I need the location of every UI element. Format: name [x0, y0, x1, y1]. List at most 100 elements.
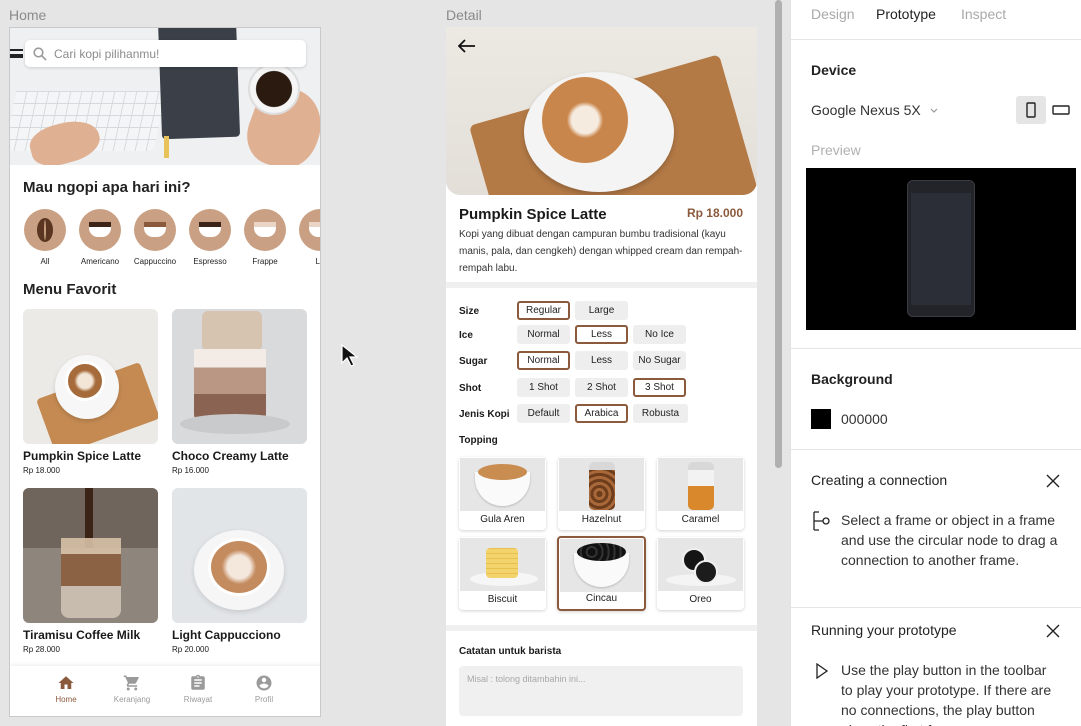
bottom-nav: Home Keranjang Riwayat Profil [10, 666, 320, 716]
canvas-scrollbar[interactable] [775, 0, 782, 468]
topping-name: Caramel [681, 514, 720, 525]
category-label: Americano [80, 257, 120, 266]
menu-item-price: Rp 16.000 [172, 466, 209, 475]
chip-large[interactable]: Large [575, 301, 628, 320]
chip-less[interactable]: Less [575, 351, 628, 370]
category-all[interactable]: All [23, 209, 67, 266]
topping-biscuit[interactable]: Biscuit [459, 537, 546, 610]
topping-gula-aren[interactable]: Gula Aren [459, 457, 546, 530]
menu-item-price: Rp 18.000 [23, 466, 60, 475]
nav-label: Home [55, 695, 77, 704]
account-icon [256, 675, 272, 691]
product-name: Pumpkin Spice Latte [459, 206, 607, 223]
tab-design[interactable]: Design [811, 6, 855, 22]
frame-label-home[interactable]: Home [9, 7, 46, 23]
divider [791, 348, 1081, 349]
category-americano[interactable]: Americano [78, 209, 122, 266]
detail-hero-image [446, 27, 757, 195]
connection-icon [813, 511, 830, 531]
menu-card-light-cappuccino[interactable]: Light Cappucciono Rp 20.000 [172, 488, 307, 654]
coffee-cup-icon [189, 209, 231, 251]
device-select[interactable]: Google Nexus 5X [811, 102, 939, 118]
product-image [172, 309, 307, 444]
chip-2-shot[interactable]: 2 Shot [575, 378, 628, 397]
background-swatch[interactable] [811, 409, 831, 429]
help-text-connection: Select a frame or object in a frame and … [841, 512, 1058, 568]
search-input[interactable]: Cari kopi pilihanmu! [25, 40, 306, 67]
device-value: Google Nexus 5X [811, 102, 921, 118]
pencil-shape [164, 136, 169, 158]
prototype-panel: Design Prototype Inspect Device Google N… [790, 0, 1081, 726]
menu-card-pumpkin[interactable]: Pumpkin Spice Latte Rp 18.000 [23, 309, 158, 475]
option-sugar: Sugar Normal Less No Sugar [459, 351, 749, 371]
tab-inspect[interactable]: Inspect [961, 6, 1006, 22]
nav-profile[interactable]: Profil [239, 674, 289, 704]
chip-robusta[interactable]: Robusta [633, 404, 688, 423]
portrait-button[interactable] [1016, 96, 1046, 124]
option-label: Sugar [459, 356, 488, 367]
topping-hazelnut[interactable]: Hazelnut [558, 457, 645, 530]
close-icon[interactable] [1045, 473, 1061, 489]
menu-item-price: Rp 28.000 [23, 645, 60, 654]
help-text-running: Use the play button in the toolbar to pl… [841, 662, 1052, 726]
product-price: Rp 18.000 [686, 206, 743, 220]
topping-name: Oreo [689, 594, 712, 605]
phone-frame [907, 180, 975, 317]
option-label: Shot [459, 383, 482, 394]
nav-home[interactable]: Home [41, 674, 91, 704]
nav-cart[interactable]: Keranjang [107, 674, 157, 704]
menu-card-choco[interactable]: Choco Creamy Latte Rp 16.000 [172, 309, 307, 475]
option-label: Size [459, 306, 480, 317]
menu-item-name: Choco Creamy Latte [172, 449, 289, 463]
option-ice: Ice Normal Less No Ice [459, 325, 749, 345]
chip-3-shot[interactable]: 3 Shot [633, 378, 686, 397]
chip-less[interactable]: Less [575, 325, 628, 344]
product-image [23, 309, 158, 444]
close-icon[interactable] [1045, 623, 1061, 639]
chip-arabica[interactable]: Arabica [575, 404, 628, 423]
option-bean: Jenis Kopi Default Arabica Robusta [459, 404, 749, 424]
topping-caramel[interactable]: Caramel [657, 457, 744, 530]
nav-label: Profil [254, 695, 274, 704]
help-title-connection: Creating a connection [811, 472, 948, 488]
category-espresso[interactable]: Espresso [188, 209, 232, 266]
menu-item-name: Pumpkin Spice Latte [23, 449, 142, 463]
divider [791, 449, 1081, 450]
home-frame[interactable]: Cari kopi pilihanmu! Mau ngopi apa hari … [9, 27, 321, 717]
frame-label-detail[interactable]: Detail [446, 7, 482, 23]
play-icon [816, 663, 829, 679]
clipboard-icon [191, 674, 205, 690]
menu-card-tiramisu[interactable]: Tiramisu Coffee Milk Rp 28.000 [23, 488, 158, 654]
chip-no-sugar[interactable]: No Sugar [633, 351, 686, 370]
category-cappuccino[interactable]: Cappuccino [133, 209, 177, 266]
back-arrow-icon[interactable] [458, 39, 476, 53]
category-list: All Americano Cappuccino Espresso Frappe… [23, 209, 320, 269]
menu-icon[interactable] [10, 49, 23, 58]
notes-input[interactable]: Misal : tolong ditambahin ini... [459, 666, 743, 716]
category-label: Frappe [252, 257, 278, 266]
nav-history[interactable]: Riwayat [173, 674, 223, 704]
background-hex-input[interactable]: 000000 [841, 411, 888, 427]
device-preview [806, 168, 1076, 330]
chip-1-shot[interactable]: 1 Shot [517, 378, 570, 397]
menu-item-name: Light Cappucciono [172, 628, 281, 642]
topping-cincau[interactable]: Cincau [557, 536, 646, 611]
category-latte[interactable]: La [298, 209, 320, 266]
chip-normal[interactable]: Normal [517, 351, 570, 370]
coffee-cup-icon [79, 209, 121, 251]
tab-prototype[interactable]: Prototype [876, 6, 936, 22]
chip-normal[interactable]: Normal [517, 325, 570, 344]
category-frappe[interactable]: Frappe [243, 209, 287, 266]
landscape-button[interactable] [1046, 96, 1076, 124]
chip-no-ice[interactable]: No Ice [633, 325, 686, 344]
topping-name: Gula Aren [480, 514, 525, 525]
topping-oreo[interactable]: Oreo [657, 537, 744, 610]
chip-default[interactable]: Default [517, 404, 570, 423]
coffee-cup-shape [248, 63, 300, 115]
search-placeholder: Cari kopi pilihanmu! [54, 46, 160, 61]
topping-image [658, 538, 743, 591]
chip-regular[interactable]: Regular [517, 301, 570, 320]
option-label: Jenis Kopi [459, 409, 510, 420]
option-shot: Shot 1 Shot 2 Shot 3 Shot [459, 378, 749, 398]
detail-frame[interactable]: Pumpkin Spice Latte Rp 18.000 Kopi yang … [446, 27, 757, 726]
